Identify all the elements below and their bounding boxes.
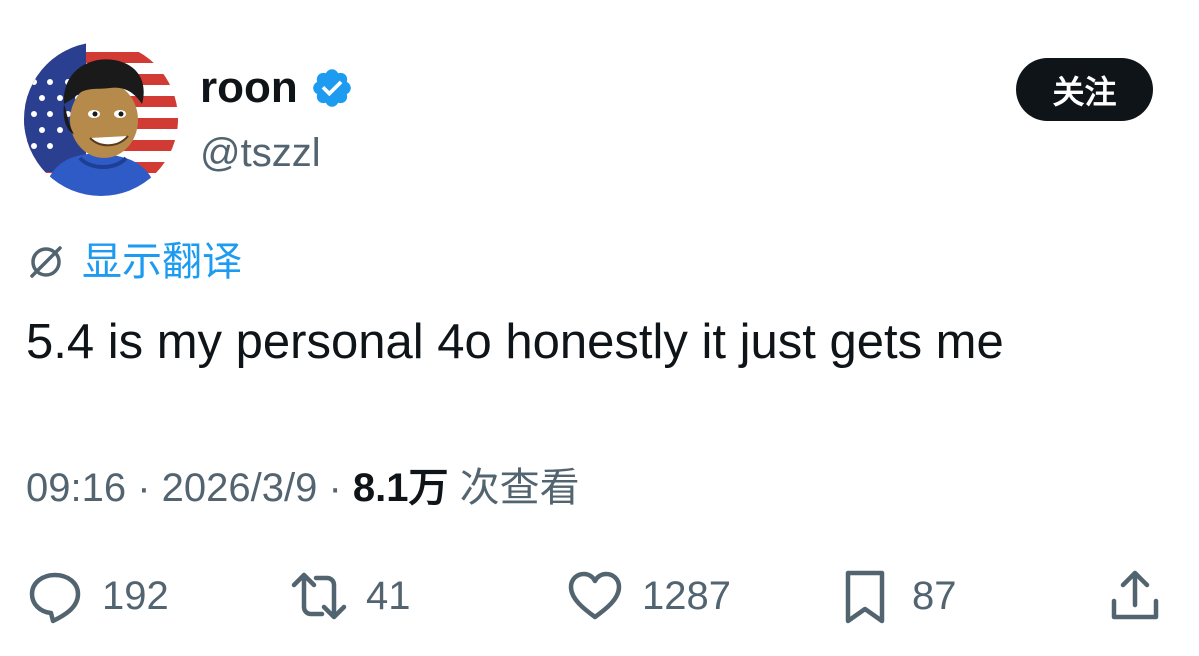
meta-separator: · — [317, 466, 353, 510]
reply-button[interactable]: 192 — [26, 566, 169, 626]
action-bar: 192 41 1287 87 — [26, 566, 1166, 626]
views-label: 次查看 — [448, 466, 580, 510]
author-display-name-row[interactable]: roon — [200, 62, 354, 114]
tweet-date[interactable]: 2026/3/9 — [162, 466, 318, 510]
tweet-time[interactable]: 09:16 — [26, 466, 126, 510]
meta-separator: · — [126, 466, 162, 510]
repost-count: 41 — [366, 573, 411, 618]
repost-icon — [291, 572, 347, 620]
tweet-meta: 09:16 · 2026/3/9 · 8.1万 次查看 — [26, 462, 580, 514]
show-translation-link[interactable]: 显示翻译 — [26, 236, 242, 288]
verified-badge-icon[interactable] — [310, 66, 354, 110]
bookmark-count: 87 — [912, 573, 957, 618]
avatar[interactable] — [24, 42, 178, 196]
tweet-text: 5.4 is my personal 4o honestly it just g… — [26, 315, 1004, 369]
author-handle[interactable]: @tszzl — [200, 128, 321, 178]
bookmark-icon — [845, 570, 885, 624]
share-icon — [1111, 570, 1159, 620]
show-translation-label[interactable]: 显示翻译 — [82, 236, 242, 288]
bookmark-button[interactable]: 87 — [836, 566, 957, 626]
display-name[interactable]: roon — [200, 62, 298, 114]
heart-icon — [568, 571, 622, 620]
views-count[interactable]: 8.1万 — [353, 466, 449, 510]
globe-icon — [26, 242, 66, 282]
like-button[interactable]: 1287 — [566, 566, 731, 626]
repost-button[interactable]: 41 — [290, 566, 411, 626]
reply-icon — [29, 572, 81, 624]
like-count: 1287 — [642, 573, 731, 618]
reply-count: 192 — [102, 573, 169, 618]
follow-button[interactable]: 关注 — [1016, 58, 1153, 121]
share-button[interactable] — [1106, 566, 1164, 626]
